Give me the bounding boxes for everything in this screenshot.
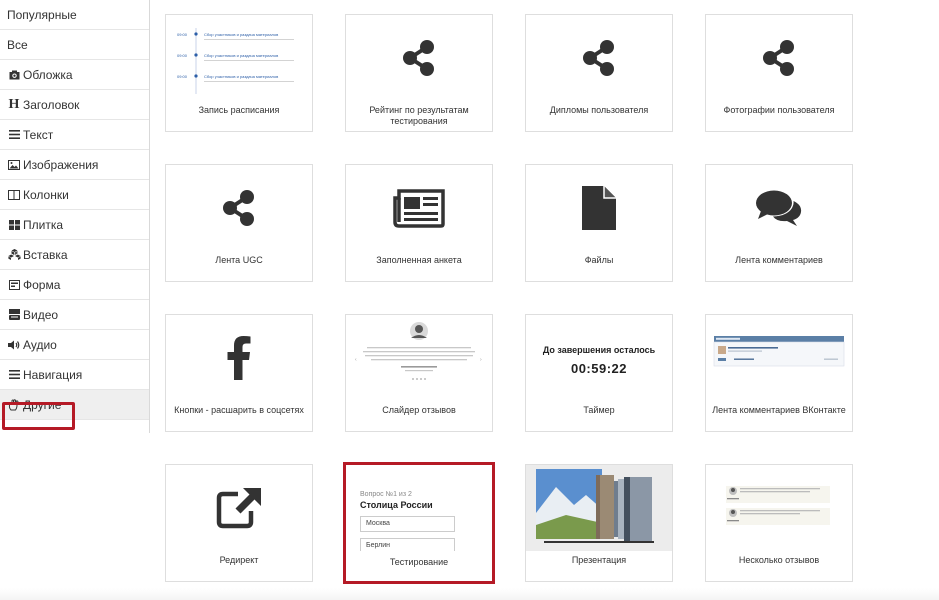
schedule-desc-line [204, 38, 294, 40]
schedule-time: 09:00 [177, 74, 188, 79]
schedule-desc-line [204, 80, 294, 82]
block-gallery: 09:00 Сбор участников и раздача материало… [0, 0, 939, 600]
card-label: Несколько отзывов [738, 555, 820, 565]
svg-text:›: › [480, 357, 482, 363]
schedule-dot [194, 73, 198, 78]
quiz-preview: Вопрос №1 из 2 Столица России Москва Бер… [360, 491, 480, 551]
card-label: Дипломы пользователя [549, 105, 649, 115]
schedule-time: 09:00 [177, 53, 188, 58]
card-label: Файлы [584, 255, 614, 265]
share-icon [763, 39, 794, 76]
card-filled-survey[interactable]: Заполненная анкета [345, 164, 493, 282]
schedule-preview: 09:00 Сбор участников и раздача материало… [166, 15, 312, 100]
card-label: Тестирование [389, 557, 449, 567]
card-comments-feed[interactable]: Лента комментариев [705, 164, 853, 282]
quiz-option: Берлин [360, 538, 455, 551]
card-schedule-entry[interactable]: 09:00 Сбор участников и раздача материало… [165, 14, 313, 132]
share-icon [403, 39, 434, 76]
vk-comments-preview [706, 315, 852, 400]
card-files[interactable]: Файлы [525, 164, 673, 282]
schedule-time: 09:00 [177, 32, 188, 37]
schedule-title: Сбор участников и раздача материалов [204, 74, 278, 79]
file-icon [582, 185, 616, 230]
card-user-photos[interactable]: Фотографии пользователя [705, 14, 853, 132]
share-icon [223, 189, 254, 226]
card-label: Кнопки - расшарить в соцсетях [174, 405, 304, 415]
schedule-dot [194, 31, 198, 36]
card-redirect[interactable]: Редирект [165, 464, 313, 582]
card-label: Рейтинг по результатам тестирования [369, 105, 469, 126]
share-icon [583, 39, 614, 76]
page-bottom-edge [0, 588, 939, 600]
timer-title: До завершения осталось [542, 345, 656, 355]
card-label: Заполненная анкета [376, 255, 462, 265]
quiz-option: Москва [360, 516, 455, 532]
multiple-reviews-preview [706, 465, 852, 550]
card-multiple-reviews[interactable]: Несколько отзывов [705, 464, 853, 582]
card-presentation[interactable]: Презентация [525, 464, 673, 582]
card-label: Лента комментариев ВКонтакте [712, 405, 846, 415]
card-label: Редирект [219, 555, 259, 565]
schedule-dot [194, 52, 198, 57]
card-share-buttons[interactable]: Кнопки - расшарить в соцсетях [165, 314, 313, 432]
reviews-slider-preview: ‹ › [346, 315, 492, 400]
timer-value: 00:59:22 [570, 361, 628, 376]
card-reviews-slider[interactable]: ‹ › Слайдер отзывов [345, 314, 493, 432]
card-label: Лента комментариев [735, 255, 823, 265]
presentation-preview [526, 465, 672, 551]
card-label: Презентация [571, 555, 627, 565]
card-label: Лента UGC [215, 255, 263, 265]
card-label: Слайдер отзывов [382, 405, 456, 415]
card-label: Таймер [583, 405, 615, 415]
card-label: Фотографии пользователя [723, 105, 835, 115]
external-link-icon [216, 487, 261, 528]
card-ugc-feed[interactable]: Лента UGC [165, 164, 313, 282]
card-quiz[interactable]: Вопрос №1 из 2 Столица России Москва Бер… [343, 462, 495, 584]
card-timer[interactable]: До завершения осталось 00:59:22 Таймер [525, 314, 673, 432]
quiz-question: Столица России [360, 500, 433, 510]
schedule-title: Сбор участников и раздача материалов [204, 53, 278, 58]
card-label: Запись расписания [198, 105, 280, 115]
svg-text:‹: ‹ [355, 357, 357, 363]
card-test-rating[interactable]: Рейтинг по результатам тестирования [345, 14, 493, 132]
comments-icon [756, 190, 802, 226]
newspaper-icon [393, 188, 445, 228]
quiz-question-number: Вопрос №1 из 2 [360, 491, 412, 498]
card-vk-comments[interactable]: Лента комментариев ВКонтакте [705, 314, 853, 432]
schedule-desc-line [204, 59, 294, 61]
schedule-title: Сбор участников и раздача материалов [204, 32, 278, 37]
card-user-diplomas[interactable]: Дипломы пользователя [525, 14, 673, 132]
facebook-icon [227, 335, 251, 380]
